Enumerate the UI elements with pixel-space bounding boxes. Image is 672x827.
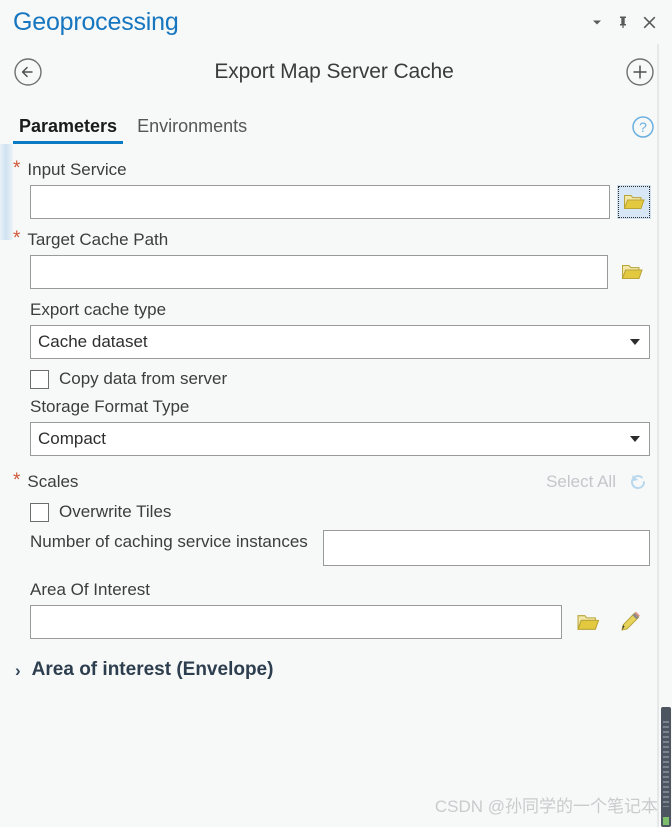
- storage-format-type-label: Storage Format Type: [30, 397, 190, 416]
- checkbox-copy-data-from-server[interactable]: Copy data from server: [30, 369, 650, 389]
- scales-header-row: * Scales Select All: [13, 470, 650, 494]
- checkbox-overwrite-tiles[interactable]: Overwrite Tiles: [30, 502, 650, 522]
- tab-parameters[interactable]: Parameters: [13, 116, 124, 144]
- chevron-right-icon: ›: [15, 660, 21, 680]
- chevron-down-icon: [630, 339, 640, 345]
- target-cache-path-field-line: [13, 255, 650, 289]
- input-service-label: Input Service: [27, 160, 127, 179]
- field-area-of-interest: Area Of Interest: [13, 580, 650, 639]
- scrollbar-indicator: [663, 817, 669, 825]
- required-asterisk-icon: *: [13, 228, 21, 249]
- target-cache-path-label-row: * Target Cache Path: [13, 228, 650, 250]
- tool-header: Export Map Server Cache: [0, 44, 672, 100]
- input-service-browse-button[interactable]: [617, 185, 651, 219]
- area-of-interest-field-line: [13, 605, 650, 639]
- field-input-service: * Input Service: [13, 158, 651, 219]
- num-caching-instances-input[interactable]: [323, 530, 650, 566]
- svg-text:?: ?: [639, 119, 647, 135]
- folder-open-icon: [623, 195, 645, 209]
- overwrite-tiles-checkbox[interactable]: [30, 502, 49, 522]
- back-arrow-circle-icon[interactable]: [12, 56, 44, 88]
- export-cache-type-label: Export cache type: [30, 300, 167, 319]
- input-service-field-line: [13, 185, 651, 219]
- required-asterisk-icon: *: [13, 158, 21, 179]
- folder-open-icon: [577, 614, 600, 630]
- tab-parameters-label: Parameters: [19, 116, 118, 136]
- parameters-form-scroll-area: * Input Service * Target Cache Path Expo…: [0, 144, 672, 827]
- input-service-label-row: * Input Service: [13, 158, 650, 180]
- geoprocessing-pane: Geoprocessing Export Map Server Cache Pa…: [0, 0, 672, 827]
- storage-format-type-value: Compact: [38, 429, 107, 448]
- area-of-interest-browse-button[interactable]: [572, 606, 604, 638]
- reset-circular-arrow-icon[interactable]: [626, 470, 650, 494]
- storage-format-type-combo-wrap: Compact: [13, 422, 650, 456]
- field-target-cache-path: * Target Cache Path: [13, 228, 650, 289]
- pin-icon[interactable]: [610, 9, 636, 35]
- scales-label: Scales: [27, 472, 79, 491]
- vertical-scrollbar-thumb[interactable]: [661, 707, 671, 827]
- area-of-interest-input[interactable]: [30, 605, 562, 639]
- close-icon[interactable]: [636, 9, 662, 35]
- target-cache-path-browse-button[interactable]: [616, 256, 648, 288]
- scales-label-row: * Scales: [13, 470, 79, 492]
- area-of-interest-label: Area Of Interest: [30, 580, 150, 599]
- select-all-button[interactable]: Select All: [546, 472, 616, 492]
- folder-open-icon: [621, 265, 643, 279]
- help-circle-icon[interactable]: ?: [630, 114, 656, 140]
- pane-title: Geoprocessing: [13, 7, 179, 36]
- pencil-icon: [621, 611, 640, 631]
- export-cache-type-value: Cache dataset: [38, 332, 148, 351]
- field-storage-format-type: Storage Format Type Compact: [13, 397, 650, 456]
- copy-data-from-server-checkbox[interactable]: [30, 369, 49, 389]
- field-export-cache-type: Export cache type Cache dataset: [13, 300, 650, 359]
- storage-format-type-select[interactable]: Compact: [30, 422, 650, 456]
- envelope-section-title: Area of interest (Envelope): [31, 659, 274, 680]
- plus-circle-icon[interactable]: [624, 56, 656, 88]
- field-num-caching-instances: Number of caching service instances: [13, 530, 650, 566]
- num-caching-instances-label: Number of caching service instances: [30, 532, 308, 551]
- target-cache-path-label: Target Cache Path: [27, 230, 169, 249]
- copy-data-from-server-label: Copy data from server: [59, 369, 228, 388]
- vertical-scrollbar[interactable]: [658, 44, 672, 827]
- pane-title-bar: Geoprocessing: [0, 0, 672, 44]
- tab-bar: Parameters Environments ?: [0, 100, 672, 144]
- export-cache-type-combo-wrap: Cache dataset: [13, 325, 650, 359]
- section-area-of-interest-envelope[interactable]: › Area of interest (Envelope): [13, 659, 650, 681]
- page-title: Export Map Server Cache: [214, 60, 454, 83]
- tab-environments[interactable]: Environments: [131, 116, 253, 144]
- scrollbar-grip: [663, 721, 669, 807]
- input-service-input[interactable]: [30, 185, 610, 219]
- export-cache-type-select[interactable]: Cache dataset: [30, 325, 650, 359]
- tab-environments-label: Environments: [137, 116, 248, 136]
- parameters-form: * Input Service * Target Cache Path Expo…: [0, 144, 672, 681]
- overwrite-tiles-label: Overwrite Tiles: [59, 502, 172, 521]
- required-asterisk-icon: *: [13, 470, 21, 491]
- chevron-down-icon[interactable]: [584, 9, 610, 35]
- chevron-down-icon: [630, 436, 640, 442]
- area-of-interest-draw-button[interactable]: [614, 606, 646, 638]
- target-cache-path-input[interactable]: [30, 255, 608, 289]
